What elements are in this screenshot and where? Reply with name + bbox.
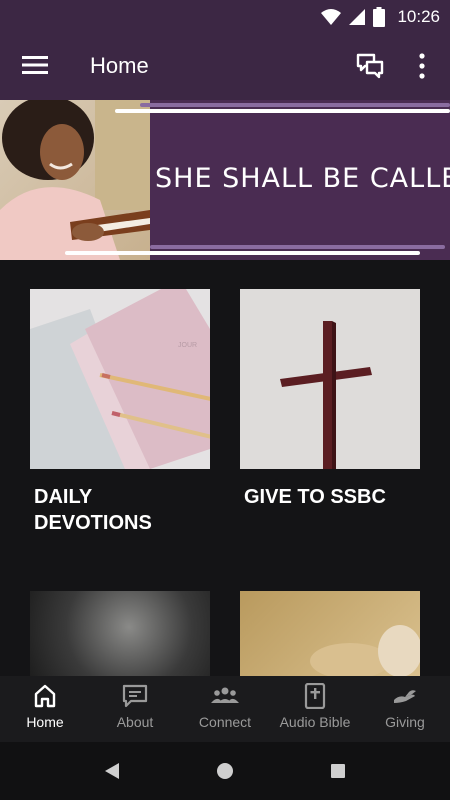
app-bar: Home [0,34,450,100]
status-time: 10:26 [397,7,440,26]
card-image [30,591,210,676]
nav-item-audio-bible[interactable]: Audio Bible [270,676,360,742]
about-icon [122,684,148,708]
more-vert-icon[interactable] [412,52,432,80]
chat-icon[interactable] [355,51,385,81]
status-icons: 10:26 [321,6,440,28]
bible-icon [304,683,326,709]
nav-label: Connect [198,714,252,730]
nav-label: About [116,714,154,730]
card-label: GIVE TO SSBC [244,486,386,508]
nav-label: Giving [385,714,425,730]
banner-accent-line [140,103,450,107]
card-image: JOUR [30,289,210,469]
nav-item-connect[interactable]: Connect [180,676,270,742]
menu-icon[interactable] [22,55,48,75]
card-daily-devotions[interactable]: JOUR DAILY DEVOTIONS [30,289,210,536]
signal-icon [349,9,366,25]
back-icon[interactable] [104,763,120,779]
banner-accent-line [115,109,450,113]
status-bar: 10:26 [0,0,450,34]
banner-accent-line [65,251,420,255]
card-give-to-ssbc[interactable]: GIVE TO SSBC [240,289,420,510]
banner-headline: SHE SHALL BE CALLED [155,163,450,194]
card-image [240,289,420,469]
nav-item-about[interactable]: About [90,676,180,742]
page-title: Home [90,53,149,78]
nav-item-home[interactable]: Home [0,676,90,742]
connect-icon [211,687,239,703]
bottom-navigation: Home About Connect Audio Bible Giving [0,676,450,742]
nav-label: Audio Bible [279,714,351,730]
home-icon [34,684,56,708]
recents-icon[interactable] [330,763,346,779]
wifi-icon [321,9,342,25]
system-navigation-bar [0,742,450,800]
svg-text:JOUR: JOUR [178,342,197,349]
giving-icon [394,690,416,703]
card-image [240,591,420,676]
content-grid: JOUR DAILY DEVOTIONS GIVE TO SSBC [0,260,450,676]
card-item[interactable] [30,591,210,676]
battery-icon [373,7,386,27]
nav-item-giving[interactable]: Giving [360,676,450,742]
card-label: DAILY DEVOTIONS [34,486,152,534]
banner-photo [0,100,150,260]
home-circle-icon[interactable] [216,762,234,780]
nav-label: Home [26,714,64,730]
banner-accent-line [150,245,445,249]
card-item[interactable] [240,591,420,676]
hero-banner[interactable]: SHE SHALL BE CALLED [0,100,450,260]
